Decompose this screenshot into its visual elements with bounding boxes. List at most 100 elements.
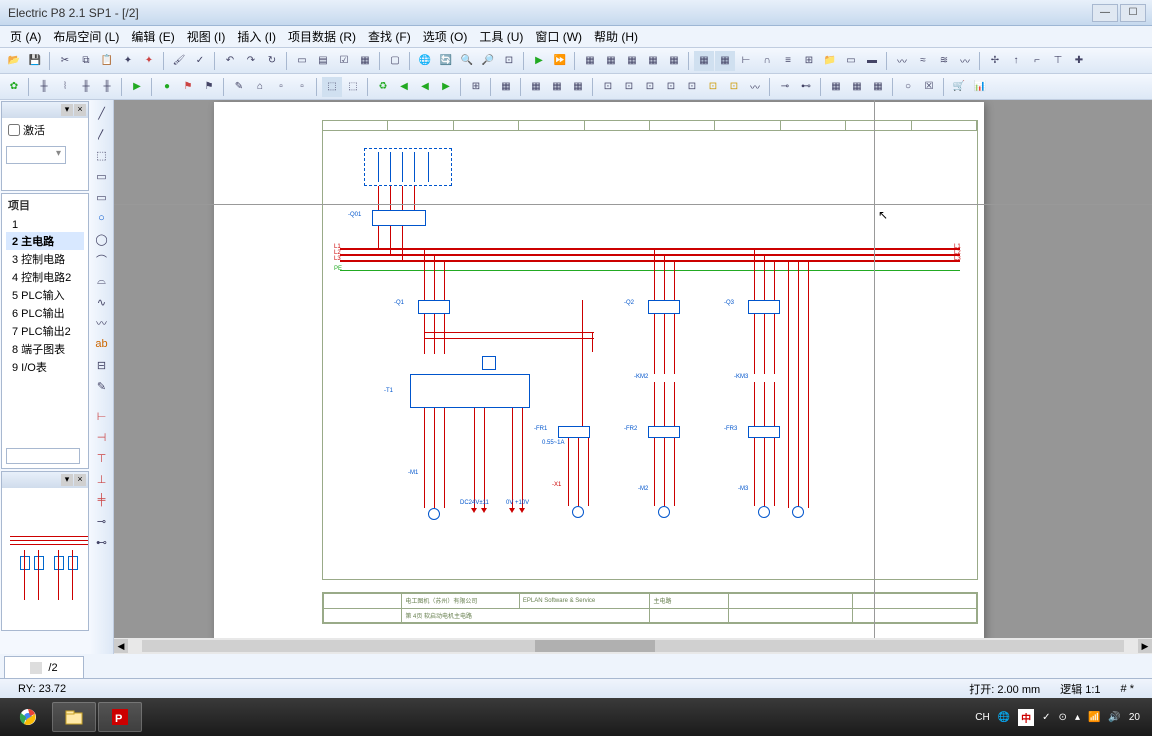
tree-item-9[interactable]: 9 I/O表: [6, 358, 84, 376]
tray-wifi-icon[interactable]: 📶: [1088, 712, 1100, 723]
tool-cross[interactable]: ✢: [985, 51, 1005, 71]
tool-wave2[interactable]: ≈: [913, 51, 933, 71]
tool-copy[interactable]: ⧉: [76, 51, 96, 71]
tool-undo[interactable]: ↶: [220, 51, 240, 71]
tool-refresh[interactable]: 🔄: [436, 51, 456, 71]
tool2-wiz[interactable]: ✎: [229, 77, 249, 97]
tool2-chart[interactable]: 📊: [970, 77, 990, 97]
tree-item-7[interactable]: 7 PLC输出2: [6, 322, 84, 340]
tool2-c7[interactable]: ⊡: [724, 77, 744, 97]
tool-sel1[interactable]: ▦: [694, 51, 714, 71]
vtool-terminal1[interactable]: ⊢: [93, 407, 111, 425]
tool-snap[interactable]: ∩: [757, 51, 777, 71]
horizontal-scrollbar[interactable]: ◀ ▶: [114, 638, 1152, 654]
drawing-canvas[interactable]: -Q01 L1 L2 L3 PE L1 L2 L3: [114, 100, 1152, 638]
maximize-button[interactable]: ☐: [1120, 4, 1146, 22]
tool2-sym1[interactable]: ╫: [34, 77, 54, 97]
scroll-right-button[interactable]: ▶: [1138, 639, 1152, 653]
tool2-c1[interactable]: ⊡: [598, 77, 618, 97]
minimize-button[interactable]: —: [1092, 4, 1118, 22]
vtool-terminal4[interactable]: ⊥: [93, 470, 111, 488]
tool2-sym4[interactable]: ╫: [97, 77, 117, 97]
tool2-back2[interactable]: ◀: [415, 77, 435, 97]
tool2-flag2[interactable]: ⚑: [199, 77, 219, 97]
menu-view[interactable]: 视图 (I): [181, 26, 232, 47]
filter-combo[interactable]: [6, 146, 66, 164]
menu-page[interactable]: 页 (A): [4, 26, 47, 47]
tool-sel2[interactable]: ▦: [715, 51, 735, 71]
tool2-comp2[interactable]: ▦: [526, 77, 546, 97]
tool2-o2[interactable]: ☒: [919, 77, 939, 97]
tool-new[interactable]: ✦: [118, 51, 138, 71]
tool2-grid1[interactable]: ⊞: [466, 77, 486, 97]
tool2-c4[interactable]: ⊡: [661, 77, 681, 97]
tool-check[interactable]: ✓: [190, 51, 210, 71]
preview-pin-icon[interactable]: ▾: [61, 474, 73, 486]
vtool-terminal5[interactable]: ╪: [93, 491, 111, 509]
tool-zoomin[interactable]: 🔍: [457, 51, 477, 71]
tree-item-8[interactable]: 8 端子图表: [6, 340, 84, 358]
vtool-curve[interactable]: 〰: [93, 314, 111, 332]
tool-table2[interactable]: ▦: [601, 51, 621, 71]
tool2-flag[interactable]: ⚑: [178, 77, 198, 97]
tool2-cursor[interactable]: ⬚: [322, 77, 342, 97]
tree-item-4[interactable]: 4 控制电路2: [6, 268, 84, 286]
vtool-rect2[interactable]: ▭: [93, 188, 111, 206]
tool2-c5[interactable]: ⊡: [682, 77, 702, 97]
tool-table1[interactable]: ▦: [580, 51, 600, 71]
vtool-ellipse[interactable]: ◯: [93, 230, 111, 248]
tool2-o1[interactable]: ○: [898, 77, 918, 97]
tool-newpage[interactable]: ✦: [139, 51, 159, 71]
tool-zoomout[interactable]: 🔎: [478, 51, 498, 71]
tool-list[interactable]: ▤: [313, 51, 333, 71]
vtool-line[interactable]: ╱: [93, 104, 111, 122]
tool-wave4[interactable]: 〰: [955, 51, 975, 71]
tool-form[interactable]: ▢: [385, 51, 405, 71]
menu-find[interactable]: 查找 (F): [362, 26, 417, 47]
tool2-sym3[interactable]: ╫: [76, 77, 96, 97]
tree-item-3[interactable]: 3 控制电路: [6, 250, 84, 268]
tool-redo2[interactable]: ↻: [262, 51, 282, 71]
tool-dim[interactable]: ⊢: [736, 51, 756, 71]
tool-brush[interactable]: 🖌: [169, 51, 189, 71]
tool2-g3[interactable]: ▦: [868, 77, 888, 97]
tree-item-5[interactable]: 5 PLC输入: [6, 286, 84, 304]
vtool-arc[interactable]: ⌒: [93, 251, 111, 269]
tool2-c3[interactable]: ⊡: [640, 77, 660, 97]
tool-plus[interactable]: ✚: [1069, 51, 1089, 71]
tool2-c6[interactable]: ⊡: [703, 77, 723, 97]
tool2-back[interactable]: ◀: [394, 77, 414, 97]
vtool-terminal3[interactable]: ⊤: [93, 449, 111, 467]
menu-edit[interactable]: 编辑 (E): [125, 26, 180, 47]
tool2-c8[interactable]: 〰: [745, 77, 765, 97]
tool-wave1[interactable]: 〰: [892, 51, 912, 71]
tray-icon3[interactable]: ▴: [1075, 712, 1080, 723]
menu-tools[interactable]: 工具 (U): [473, 26, 529, 47]
tray-volume-icon[interactable]: 🔊: [1108, 712, 1120, 723]
taskbar-chrome[interactable]: [6, 702, 50, 732]
close-icon[interactable]: ×: [74, 104, 86, 116]
vtool-terminal6[interactable]: ⊸: [93, 512, 111, 530]
tool2-sym2[interactable]: ⦚: [55, 77, 75, 97]
tool-table4[interactable]: ▦: [643, 51, 663, 71]
tree-item-1[interactable]: 1: [6, 218, 84, 232]
tool2-doc2[interactable]: ▫: [292, 77, 312, 97]
vtool-select[interactable]: ⬚: [93, 146, 111, 164]
taskbar-explorer[interactable]: [52, 702, 96, 732]
tool2-home[interactable]: ⌂: [250, 77, 270, 97]
tool-save[interactable]: 💾: [25, 51, 45, 71]
tool-table3[interactable]: ▦: [622, 51, 642, 71]
tray-ime2[interactable]: 中: [1018, 709, 1034, 726]
pin-icon[interactable]: ▾: [61, 104, 73, 116]
tool-zoomfit[interactable]: ⊡: [499, 51, 519, 71]
vtool-circle[interactable]: ○: [93, 209, 111, 227]
menu-layout[interactable]: 布局空间 (L): [47, 26, 125, 47]
tool-next[interactable]: ⏩: [550, 51, 570, 71]
menu-help[interactable]: 帮助 (H): [588, 26, 644, 47]
tray-icon1[interactable]: ✓: [1042, 712, 1050, 723]
tool2-dot[interactable]: ●: [157, 77, 177, 97]
tool2-gear[interactable]: ✿: [4, 77, 24, 97]
tool-redo[interactable]: ↷: [241, 51, 261, 71]
preview-close-icon[interactable]: ×: [74, 474, 86, 486]
tray-globe-icon[interactable]: 🌐: [998, 712, 1010, 723]
